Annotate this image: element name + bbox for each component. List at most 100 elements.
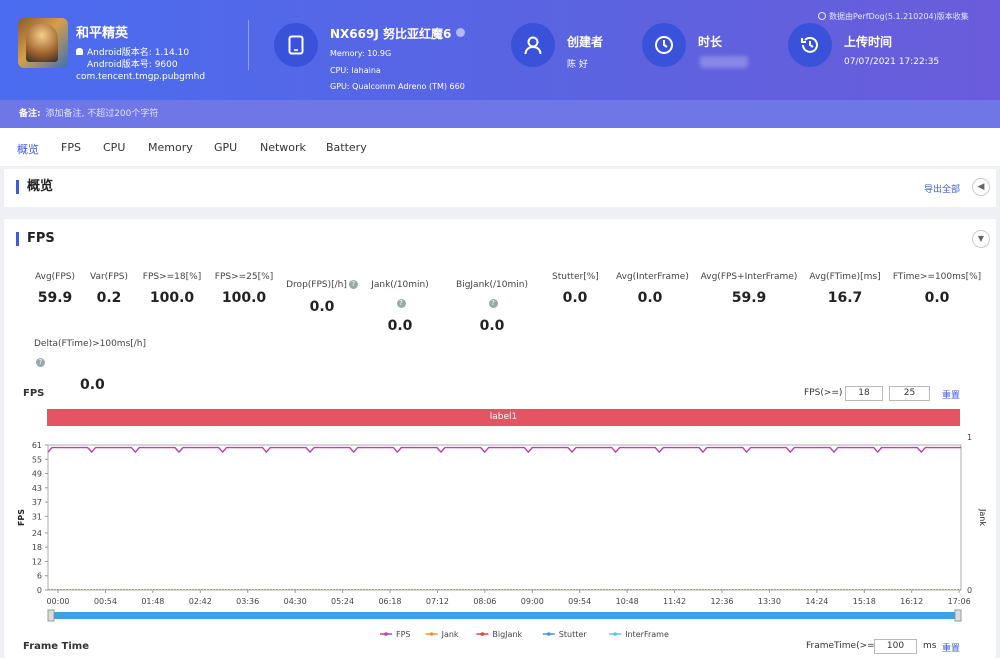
perfdog-note: 数据由PerfDog(5.1.210204)版本收集 (818, 11, 969, 22)
x-tick-label: 06:18 (378, 597, 401, 606)
fps-stat: Avg(InterFrame) 0.0 (616, 272, 689, 306)
x-tick-label: 09:54 (568, 597, 591, 606)
x-tick-label: 08:06 (473, 597, 496, 606)
collapse-down-icon[interactable]: ▼ (972, 230, 990, 248)
history-icon (788, 23, 832, 67)
fps-stat-value: 16.7 (827, 290, 863, 306)
fps-stat: Avg(FPS+InterFrame) 59.9 (699, 272, 799, 306)
fps-stat: Var(FPS) 0.2 (87, 272, 131, 306)
app-name: 和平精英 (76, 26, 129, 41)
help-icon[interactable]: ? (488, 299, 498, 308)
x-tick-label: 01:48 (141, 597, 164, 606)
fps-threshold-18-input[interactable]: 18 (845, 386, 883, 401)
fps-stat-value: 0.0 (637, 290, 663, 306)
fps-stat: Jank(/10min)? 0.0 (370, 272, 430, 334)
frametime-reset-link[interactable]: 重置 (942, 641, 960, 654)
y-tick-label: 49 (32, 470, 42, 479)
fps-stat-label: Var(FPS) (89, 272, 128, 282)
y-axis-title: FPS (17, 509, 26, 526)
plot-border (47, 444, 962, 591)
y-tick-label: 37 (32, 498, 42, 507)
android-version-code: Android版本号: 9600 (87, 60, 178, 70)
legend-dot (429, 632, 434, 636)
frametime-unit: ms (923, 641, 937, 651)
report-header: 和平精英 Android版本名: 1.14.10 Android版本号: 960… (0, 0, 1000, 100)
y-tick-label: 12 (32, 557, 42, 566)
legend-dot (480, 632, 485, 636)
frametime-input[interactable]: 100 (874, 639, 917, 654)
legend-label: FPS (396, 630, 411, 639)
tab-overview[interactable]: 概览 (17, 141, 39, 157)
fps-stat: FTime>=100ms[%] 0.0 (892, 272, 982, 306)
y2-axis-title: Jank (978, 508, 987, 526)
tab-gpu[interactable]: GPU (214, 141, 237, 154)
header-divider (248, 20, 249, 70)
game-icon (18, 18, 68, 68)
fps-stat: BigJank(/10min)? 0.0 (452, 272, 532, 334)
x-tick-label: 07:12 (426, 597, 449, 606)
fps-stat-label: Jank(/10min) (371, 280, 429, 290)
fps-threshold-label: FPS(>=) (804, 388, 843, 398)
remark-label: 备注: (19, 109, 41, 119)
y-tick-label: 6 (37, 572, 42, 581)
remark-input[interactable]: 添加备注, 不超过200个字符 (45, 109, 158, 119)
x-tick-label: 09:00 (521, 597, 544, 606)
export-all-link[interactable]: 导出全部 (924, 182, 960, 195)
fps-stat: Drop(FPS)[/h]? 0.0 (286, 272, 358, 315)
fps-stat: Delta(FTime)>100ms[/h]? 0.0 (34, 331, 152, 393)
fps-stat-label: FTime>=100ms[%] (892, 272, 982, 282)
y2-tick-label: 0 (967, 586, 972, 595)
legend-dot (547, 632, 551, 636)
legend-label: Jank (441, 630, 459, 639)
fps-stat: FPS>=25[%] 100.0 (214, 272, 274, 306)
duration-label: 时长 (698, 35, 723, 49)
tab-fps[interactable]: FPS (61, 141, 81, 154)
overview-title: 概览 (16, 180, 53, 194)
fps-stat-value: 0.0 (479, 318, 505, 334)
legend-dot (384, 632, 388, 636)
label-bar: label1 (47, 409, 960, 426)
help-icon[interactable]: ? (348, 280, 358, 289)
creator-label: 创建者 (567, 35, 604, 49)
fps-stat-value: 59.9 (37, 290, 73, 306)
tab-battery[interactable]: Battery (326, 141, 367, 154)
legend-label: BigJank (492, 630, 522, 639)
fps-stat-label: BigJank(/10min) (456, 280, 528, 290)
fps-stat-value: 0.2 (96, 290, 122, 306)
fps-stat-label: FPS>=18[%] (142, 272, 202, 282)
creator-value: 陈 好 (567, 60, 588, 70)
frametime-label: FrameTime(>=) (806, 641, 879, 651)
info-icon[interactable] (455, 28, 465, 37)
legend-dot (613, 632, 617, 636)
x-tick-label: 15:18 (853, 597, 876, 606)
tab-cpu[interactable]: CPU (103, 141, 125, 154)
fps-chart[interactable]: 0 6 12 18 24 31 37 43 49 55 61 0 1 00:00 00:54 01:48 02:… (4, 427, 996, 647)
frametime-title: Frame Time (23, 641, 90, 652)
x-tick-label: 12:36 (710, 597, 733, 606)
tab-memory[interactable]: Memory (148, 141, 193, 154)
x-tick-label: 00:54 (94, 597, 117, 606)
fps-stat-label: Avg(FPS) (34, 272, 75, 282)
user-icon (511, 23, 555, 67)
tab-network[interactable]: Network (260, 141, 306, 154)
fps-stat-value: 0.0 (80, 377, 105, 393)
clock-icon (642, 23, 686, 67)
upload-label: 上传时间 (844, 35, 893, 49)
x-tick-label: 04:30 (284, 597, 307, 606)
fps-reset-link[interactable]: 重置 (942, 388, 960, 401)
device-cpu: CPU: lahaina (330, 66, 381, 75)
device-gpu: GPU: Qualcomm Adreno (TM) 660 (330, 82, 465, 91)
upload-value: 07/07/2021 17:22:35 (844, 57, 940, 67)
help-icon[interactable]: ? (36, 358, 45, 367)
help-icon[interactable]: ? (396, 299, 406, 308)
fps-stat: Avg(FPS) 59.9 (34, 272, 76, 306)
collapse-left-icon[interactable]: ◀ (972, 178, 990, 196)
remark-bar[interactable]: 备注: 添加备注, 不超过200个字符 (0, 100, 1000, 128)
y-tick-label: 61 (32, 441, 42, 450)
y-tick-label: 0 (37, 586, 42, 595)
x-tick-label: 17:06 (948, 597, 971, 606)
fps-threshold-25-input[interactable]: 25 (889, 386, 930, 401)
fps-stat-value: 0.0 (562, 290, 588, 306)
range-slider (48, 612, 961, 619)
package-name: com.tencent.tmgp.pubgmhd (76, 72, 206, 82)
